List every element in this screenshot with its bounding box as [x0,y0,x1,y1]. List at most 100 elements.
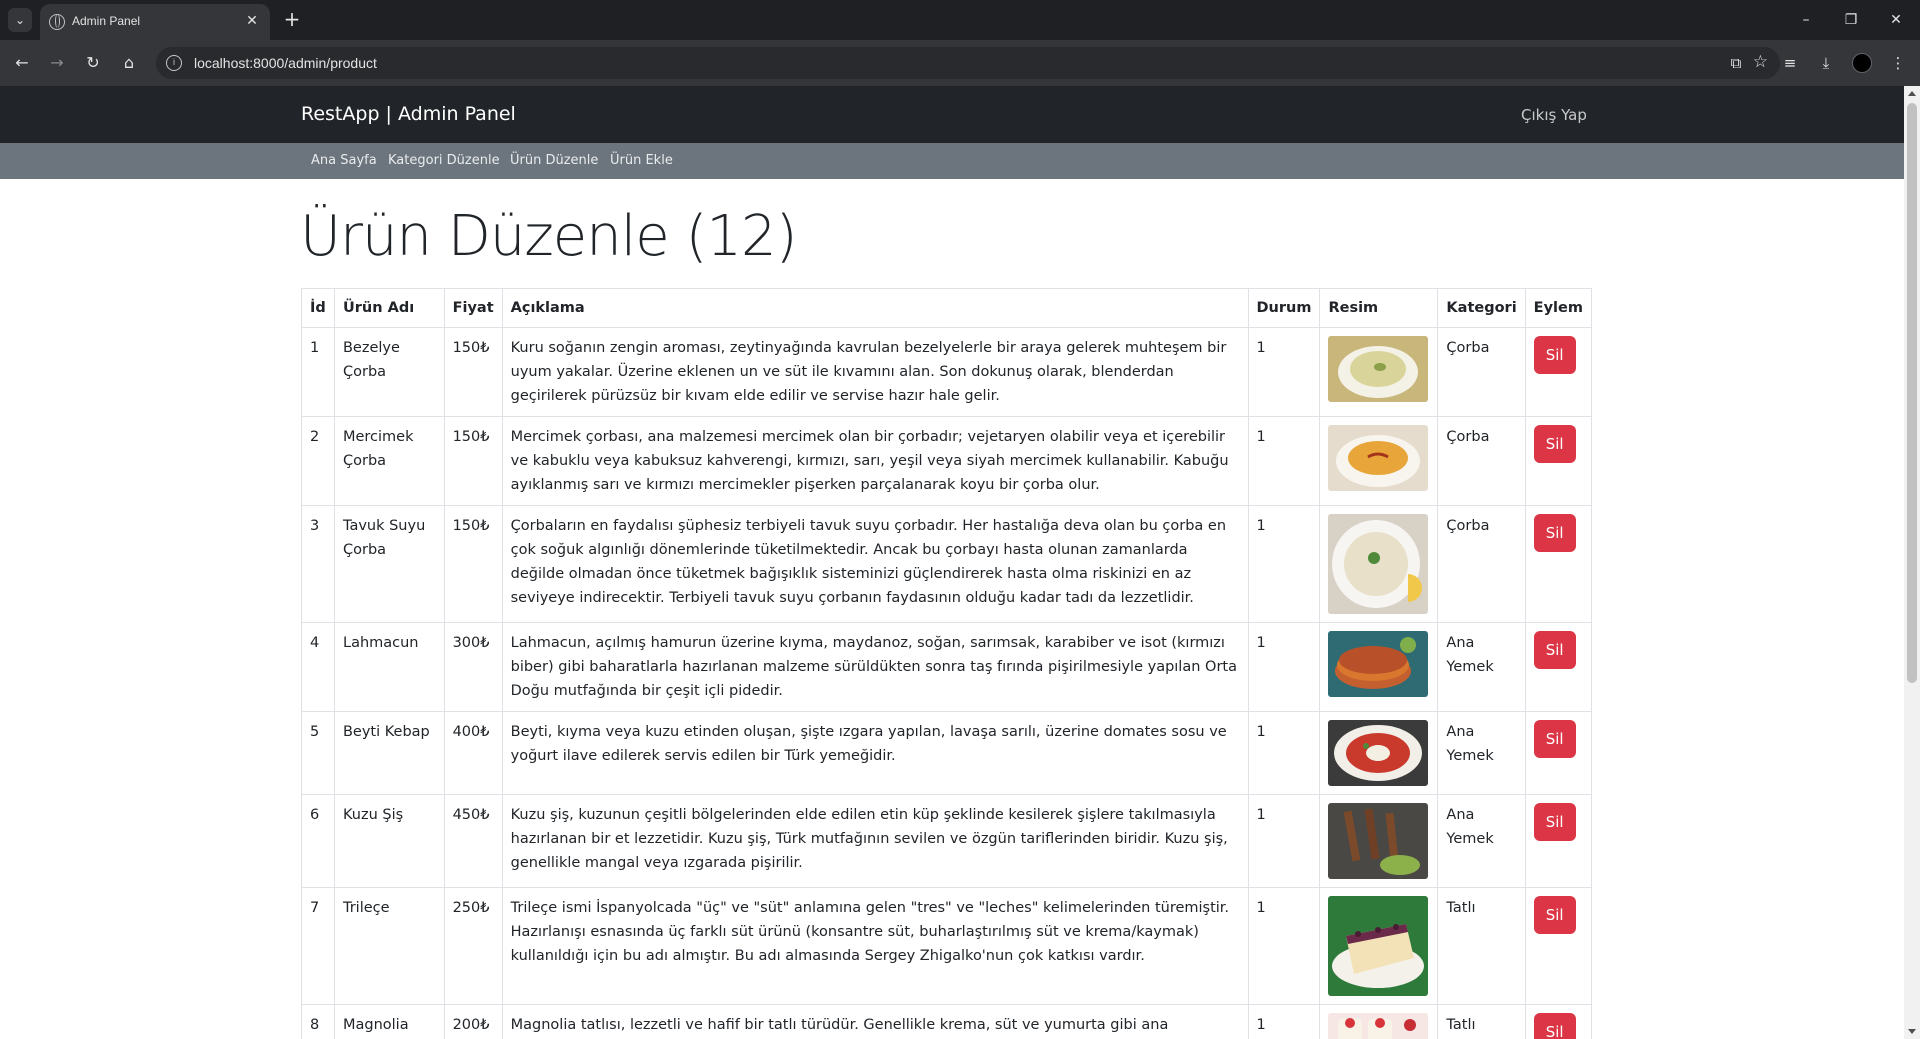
cell-action: Sil [1524,711,1593,795]
page-title: Ürün Düzenle (12) [300,204,798,269]
bookmark-star-icon[interactable]: ☆ [1753,52,1768,72]
close-window-icon[interactable]: ✕ [1884,8,1908,32]
tab-search-icon[interactable]: ⌄ [8,8,32,32]
cell-category: Tatlı [1437,887,1526,1005]
download-icon[interactable]: ⤓ [1816,53,1836,73]
sub-navbar: Ana Sayfa Kategori Düzenle Ürün Düzenle … [0,143,1904,179]
more-menu-icon[interactable]: ⋮ [1888,53,1908,73]
logout-link[interactable]: Çıkış Yap [1521,106,1587,124]
cell-name: Trileçe [333,887,445,1005]
cell-id: 5 [301,711,335,795]
new-tab-icon[interactable]: + [280,8,304,32]
lentil-soup-image [1328,425,1429,491]
subnav-link-home[interactable]: Ana Sayfa [311,153,377,168]
subnav-link-product-add[interactable]: Ürün Ekle [610,153,673,168]
delete-button[interactable]: Sil [1533,336,1576,374]
scroll-down-arrow-icon[interactable] [1908,1029,1916,1034]
cell-image [1319,711,1439,795]
browser-tab[interactable]: Admin Panel ✕ [40,4,270,40]
cell-price: 150₺ [443,505,503,623]
delete-button[interactable]: Sil [1533,1013,1576,1039]
cell-price: 400₺ [443,711,503,795]
cell-image [1319,622,1439,712]
delete-button[interactable]: Sil [1533,803,1576,841]
delete-button[interactable]: Sil [1533,720,1576,758]
cell-name: Bezelye Çorba [333,327,445,417]
cell-description: Mercimek çorbası, ana malzemesi mercimek… [501,416,1249,506]
table-row: 4 Lahmacun 300₺ Lahmacun, açılmış hamuru… [301,622,1593,712]
table-row: 1 Bezelye Çorba 150₺ Kuru soğanın zengin… [301,327,1593,417]
cell-action: Sil [1524,622,1593,712]
cell-image [1319,794,1439,888]
header-name: Ürün Adı [333,288,445,328]
delete-button[interactable]: Sil [1533,631,1576,669]
delete-button[interactable]: Sil [1533,896,1576,934]
back-icon[interactable]: ← [11,52,33,74]
forward-icon[interactable]: → [46,52,68,74]
address-bar[interactable]: i localhost:8000/admin/product ☆ [156,47,1780,79]
cell-id: 1 [301,327,335,417]
cell-category: Ana Yemek [1437,622,1526,712]
cell-image [1319,887,1439,1005]
cell-status: 1 [1247,1004,1321,1039]
header-status: Durum [1247,288,1321,328]
cell-id: 3 [301,505,335,623]
table-header-row: İd Ürün Adı Fiyat Açıklama Durum Resim K… [301,288,1593,328]
media-control-icon[interactable]: ≡ [1780,53,1800,73]
cell-description: Beyti, kıyma veya kuzu etinden oluşan, ş… [501,711,1249,795]
cell-price: 250₺ [443,887,503,1005]
cell-price: 450₺ [443,794,503,888]
header-id: İd [301,288,335,328]
table-row: 7 Trileçe 250₺ Trileçe ismi İspanyolcada… [301,887,1593,1005]
cell-action: Sil [1524,794,1593,888]
restore-icon[interactable]: ❐ [1839,8,1863,32]
cell-category: Tatlı [1437,1004,1526,1039]
cell-image [1319,1004,1439,1039]
magnolia-image [1328,1013,1429,1039]
table-row: 2 Mercimek Çorba 150₺ Mercimek çorbası, … [301,416,1593,506]
home-icon[interactable]: ⌂ [118,52,140,74]
page-scrollbar[interactable] [1904,86,1920,1039]
scrollbar-thumb[interactable] [1907,103,1917,683]
cell-image [1319,505,1439,623]
cell-action: Sil [1524,887,1593,1005]
cell-id: 6 [301,794,335,888]
subnav-link-product-edit[interactable]: Ürün Düzenle [510,153,598,168]
url-text[interactable]: localhost:8000/admin/product [194,55,377,71]
cell-action: Sil [1524,1004,1593,1039]
header-category: Kategori [1437,288,1526,328]
subnav-link-category-edit[interactable]: Kategori Düzenle [388,153,500,168]
delete-button[interactable]: Sil [1533,514,1576,552]
profile-avatar[interactable] [1852,53,1872,73]
cell-image [1319,327,1439,417]
cell-id: 8 [301,1004,335,1039]
tab-title: Admin Panel [72,14,141,28]
cell-description: Kuru soğanın zengin aroması, zeytinyağın… [501,327,1249,417]
cell-status: 1 [1247,794,1321,888]
brand-title[interactable]: RestApp | Admin Panel [301,103,516,125]
table-row: 6 Kuzu Şiş 450₺ Kuzu şiş, kuzunun çeşitl… [301,794,1593,888]
browser-tab-bar: ⌄ Admin Panel ✕ + – ❐ ✕ [0,0,1920,40]
cell-image [1319,416,1439,506]
reload-icon[interactable]: ↻ [82,52,104,74]
cell-category: Çorba [1437,416,1526,506]
cell-status: 1 [1247,327,1321,417]
cell-id: 7 [301,887,335,1005]
extensions-icon[interactable]: ⧉ [1726,53,1746,73]
cell-description: Trileçe ismi İspanyolcada "üç" ve "süt" … [501,887,1249,1005]
scroll-up-arrow-icon[interactable] [1908,91,1916,96]
trilece-image [1328,896,1429,996]
delete-button[interactable]: Sil [1533,425,1576,463]
minimize-icon[interactable]: – [1794,8,1818,32]
cell-category: Ana Yemek [1437,794,1526,888]
site-info-icon[interactable]: i [166,55,182,71]
chicken-soup-image [1328,514,1429,614]
top-navbar: RestApp | Admin Panel Çıkış Yap [0,86,1904,143]
header-action: Eylem [1524,288,1593,328]
close-tab-icon[interactable]: ✕ [242,11,262,31]
cell-action: Sil [1524,416,1593,506]
cell-category: Ana Yemek [1437,711,1526,795]
cell-price: 200₺ [443,1004,503,1039]
cell-status: 1 [1247,505,1321,623]
lamb-skewer-image [1328,803,1429,879]
